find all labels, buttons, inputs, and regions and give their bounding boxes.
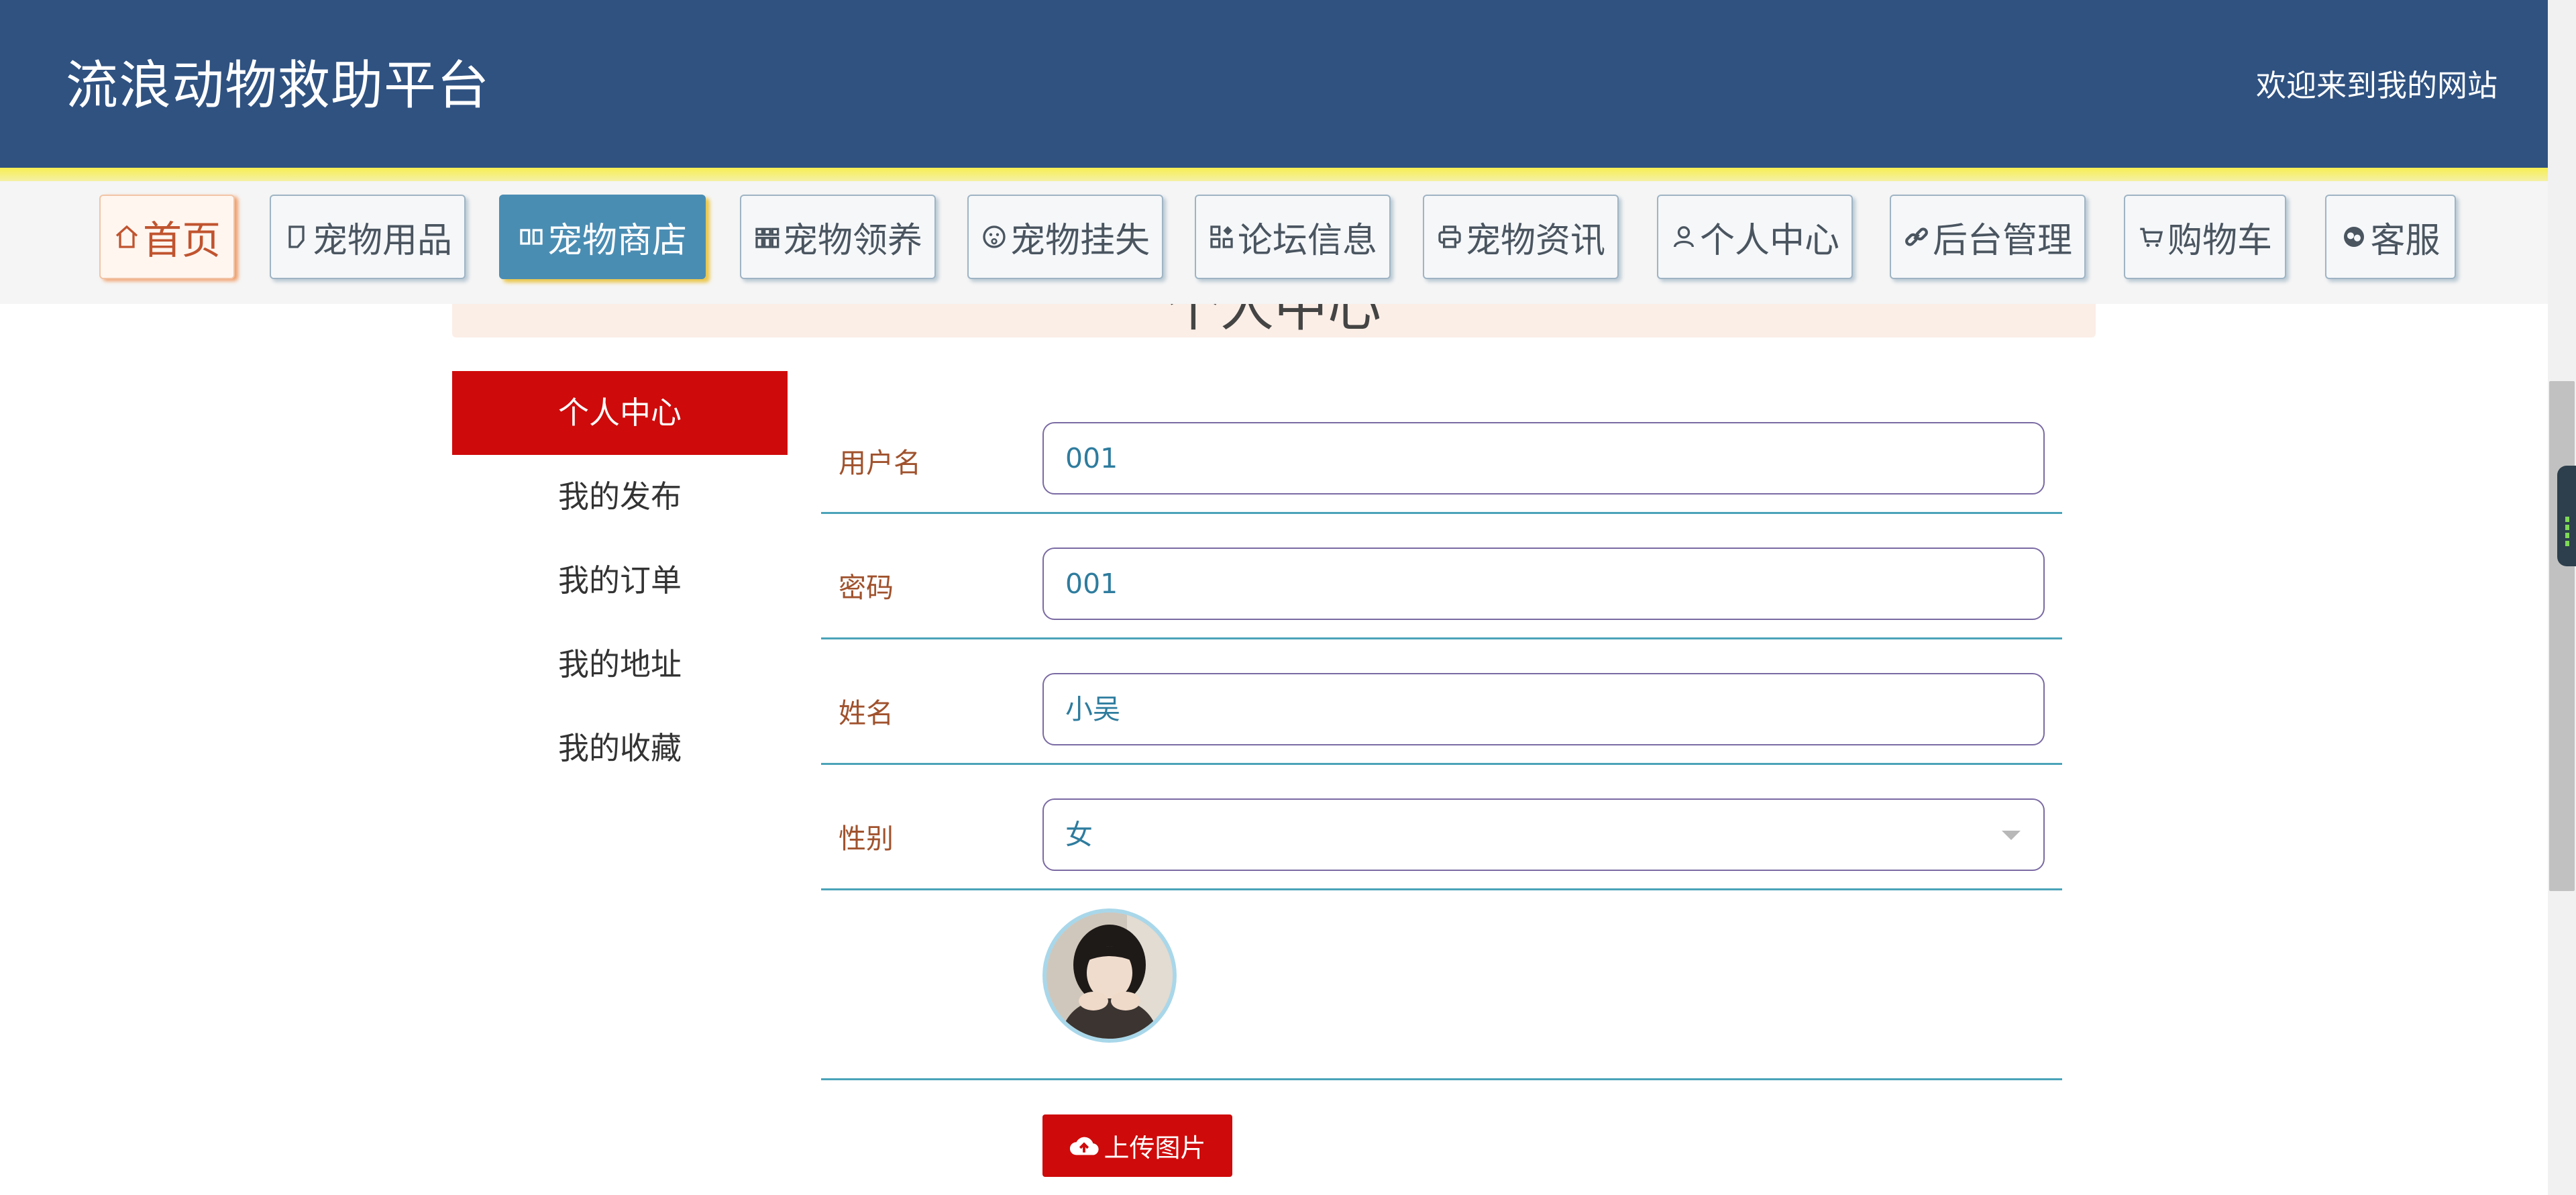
home-icon [115,225,138,248]
nav-label: 宠物领养 [782,220,922,261]
printer-icon [1438,225,1461,248]
nav-label: 个人中心 [1699,220,1839,261]
nav-cart[interactable]: 购物车 [2124,195,2286,279]
document-icon [288,225,305,248]
form-row-password: 密码 001 [821,512,2062,639]
name-label: 姓名 [839,697,894,729]
section-title-bar: 个人中心 [452,304,2096,337]
gender-value: 女 [1065,819,1093,851]
grid-icon [520,229,543,245]
upload-label: 上传图片 [1104,1133,1206,1163]
chat-icon [2344,227,2365,247]
password-input[interactable]: 001 [1042,548,2045,620]
cart-icon [2140,227,2163,247]
nav-label: 购物车 [2167,220,2272,261]
form-row-username: 用户名 001 [821,371,2062,514]
form-row-avatar [821,888,2062,1080]
nav-forum[interactable]: 论坛信息 [1195,195,1391,279]
nav-pet-lost[interactable]: 宠物挂失 [967,195,1163,279]
avatar [1042,908,1177,1043]
gender-label: 性别 [839,823,894,855]
welcome-text: 欢迎来到我的网站 [2255,68,2498,103]
upload-image-button[interactable]: 上传图片 [1042,1114,1232,1177]
gender-select[interactable]: 女 [1042,798,2045,871]
sidebar: 个人中心 我的发布 我的订单 我的地址 我的收藏 [452,371,788,790]
nav-label: 后台管理 [1932,220,2072,261]
form-row-gender: 性别 女 [821,763,2062,890]
nav-label: 宠物资讯 [1465,220,1605,261]
form-row-name: 姓名 小吴 [821,637,2062,765]
user-icon [1673,226,1694,248]
apps-icon [1210,225,1233,248]
nav-label: 宠物用品 [312,220,452,261]
nav-pet-news[interactable]: 宠物资讯 [1423,195,1619,279]
smile-icon [983,225,1006,248]
link-icon [1905,227,1928,246]
site-title: 流浪动物救助平台 [66,56,490,116]
site-header: 流浪动物救助平台 欢迎来到我的网站 [0,0,2548,168]
nav-label: 客服 [2370,220,2440,261]
nav-admin[interactable]: 后台管理 [1890,195,2086,279]
nav-label: 宠物商店 [547,220,687,261]
nav-home[interactable]: 首页 [99,195,235,279]
name-input[interactable]: 小吴 [1042,673,2045,745]
nav-pet-adoption[interactable]: 宠物领养 [740,195,936,279]
username-input[interactable]: 001 [1042,422,2045,495]
username-label: 用户名 [839,447,921,479]
nav-label: 首页 [142,217,221,263]
nav-label: 宠物挂失 [1010,220,1150,261]
cloud-upload-icon [1070,1137,1099,1155]
sidebar-item-my-address[interactable]: 我的地址 [452,623,788,707]
nav-pet-shop[interactable]: 宠物商店 [499,195,706,279]
nav-user-center[interactable]: 个人中心 [1657,195,1853,279]
sidebar-item-my-favorites[interactable]: 我的收藏 [452,707,788,790]
nav-customer-service[interactable]: 客服 [2325,195,2456,279]
grid-icon [755,227,780,248]
avatar-image [1046,913,1173,1039]
nav-label: 论坛信息 [1237,220,1377,261]
sidebar-item-my-posts[interactable]: 我的发布 [452,455,788,539]
sidebar-item-user-center[interactable]: 个人中心 [452,371,788,455]
password-label: 密码 [839,572,894,604]
floating-side-widget[interactable] [2557,466,2576,566]
chevron-down-icon [2002,831,2021,840]
nav-pet-supplies[interactable]: 宠物用品 [270,195,466,279]
section-title: 个人中心 [1167,304,1381,337]
scrollbar-thumb[interactable] [2549,381,2575,891]
sidebar-item-my-orders[interactable]: 我的订单 [452,539,788,623]
